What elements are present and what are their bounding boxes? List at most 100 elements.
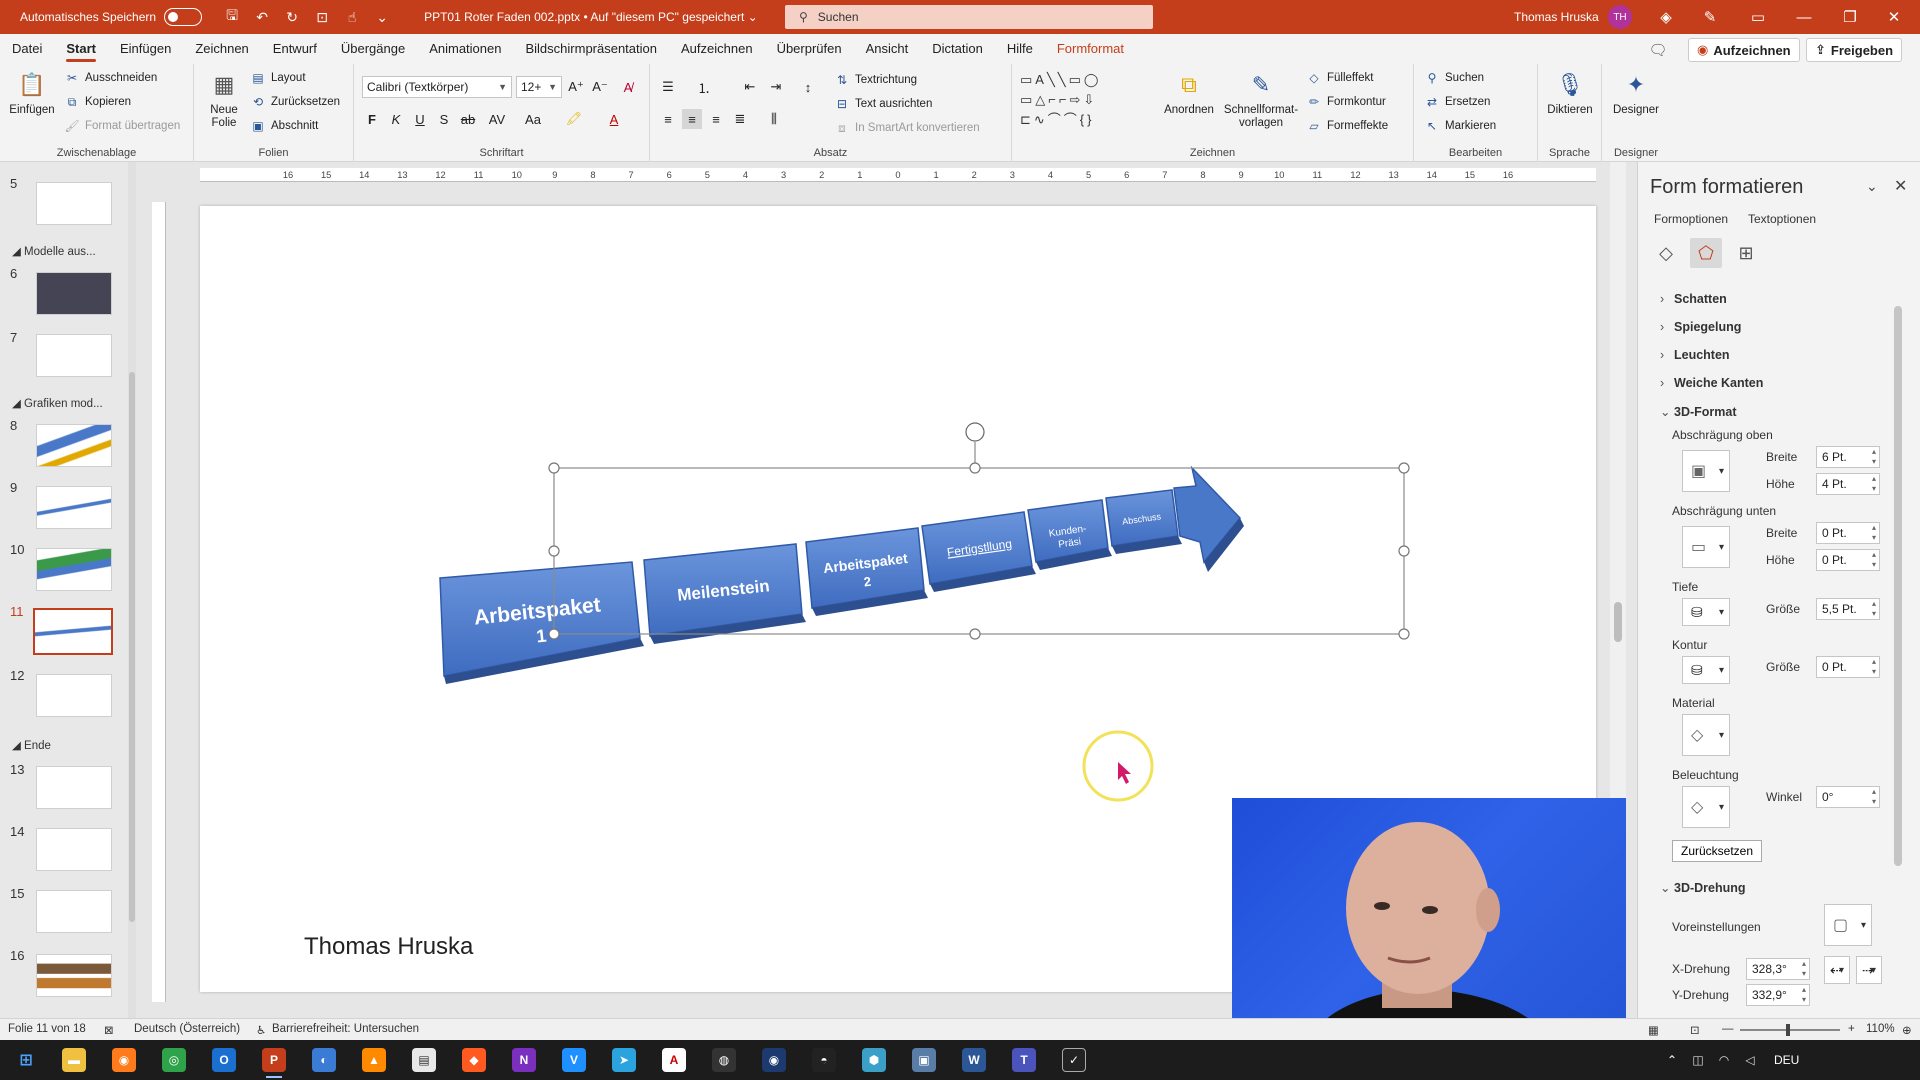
tray-network-icon[interactable]: ◫ (1686, 1048, 1710, 1072)
tab-dictation[interactable]: Dictation (920, 34, 995, 64)
outlook-icon[interactable]: O (212, 1048, 236, 1072)
scrollbar-thumb[interactable] (1614, 602, 1622, 642)
find-button[interactable]: ⚲ Suchen (1424, 70, 1484, 86)
undo-icon[interactable]: ↶ (250, 5, 274, 29)
text-direction-button[interactable]: ⇅ Textrichtung (834, 72, 917, 88)
onenote-icon[interactable]: N (512, 1048, 536, 1072)
app-icon[interactable]: ✓ (1062, 1048, 1086, 1072)
resize-handle-tr[interactable] (1398, 462, 1410, 474)
arrange-button[interactable]: ⧉ Anordnen (1162, 68, 1216, 117)
normal-view-icon[interactable]: ▦ (1648, 1023, 1659, 1037)
scrollbar-thumb[interactable] (129, 372, 135, 922)
vlc-icon[interactable]: ▲ (362, 1048, 386, 1072)
y-rotation-input[interactable]: 332,9° (1746, 984, 1810, 1006)
replace-button[interactable]: ⇄ Ersetzen (1424, 94, 1490, 110)
bullets-icon[interactable]: ☰ (658, 77, 678, 97)
autosave-control[interactable]: Automatisches Speichern (20, 8, 203, 26)
app-icon[interactable]: ◉ (762, 1048, 786, 1072)
resize-handle-br[interactable] (1398, 628, 1410, 640)
rotate-right-icon[interactable]: ⇢ (1856, 956, 1882, 984)
spellcheck-icon[interactable]: ⊠ (104, 1023, 114, 1037)
acrobat-icon[interactable]: A (662, 1048, 686, 1072)
resize-handle-tl[interactable] (548, 462, 560, 474)
tab-ansicht[interactable]: Ansicht (854, 34, 921, 64)
dictate-button[interactable]: 🎙 Diktieren (1544, 68, 1596, 117)
effects-button[interactable]: ▱ Formeffekte (1306, 118, 1388, 134)
grow-font-icon[interactable]: A⁺ (566, 77, 586, 97)
depth-size-input[interactable]: 5,5 Pt. (1816, 598, 1880, 620)
restore-icon[interactable]: ❐ (1836, 5, 1864, 29)
scrollbar-thumb[interactable] (1894, 306, 1902, 866)
zoom-level[interactable]: 110% (1866, 1023, 1895, 1035)
zoom-in-icon[interactable]: + (1848, 1023, 1855, 1035)
customize-toolbar-icon[interactable]: ⌄ (370, 5, 394, 29)
bevel-bottom-width-input[interactable]: 0 Pt. (1816, 522, 1880, 544)
tab-datei[interactable]: Datei (0, 34, 54, 64)
tab-animationen[interactable]: Animationen (417, 34, 513, 64)
slide-thumbnail-11[interactable] (33, 608, 113, 655)
columns-icon[interactable]: ⫼ (764, 109, 784, 129)
save-icon[interactable]: 🖫 (220, 5, 244, 29)
tray-language[interactable]: DEU (1774, 1053, 1799, 1067)
section-button[interactable]: ▣ Abschnitt (250, 118, 318, 134)
shape-gallery[interactable]: ▭A╲╲▭◯ ▭△⌐⌐⇨⇩ ⊏∿⌒⌒{} (1020, 70, 1156, 132)
powerpoint-icon[interactable]: P (262, 1048, 286, 1078)
select-button[interactable]: ↖ Markieren (1424, 118, 1496, 134)
notes-icon[interactable]: ▤ (412, 1048, 436, 1072)
fill-line-icon[interactable]: ◇ (1650, 238, 1682, 268)
bevel-bottom-preset[interactable]: ▭ (1682, 526, 1730, 568)
decrease-indent-icon[interactable]: ⇤ (740, 77, 760, 97)
accessibility-status[interactable]: Barrierefreiheit: Untersuchen (272, 1023, 419, 1035)
designer-button[interactable]: ✦ Designer (1608, 68, 1664, 117)
tab-ueberpruefen[interactable]: Überprüfen (765, 34, 854, 64)
section-reflection[interactable]: › Spiegelung (1660, 320, 1741, 334)
touch-mode-icon[interactable]: ☝ (340, 5, 364, 29)
section-header[interactable]: ◢ Modelle aus... (12, 244, 96, 258)
slide-thumbnail-6[interactable] (36, 272, 112, 315)
chrome-icon[interactable]: ◎ (162, 1048, 186, 1072)
tab-text-options[interactable]: Textoptionen (1748, 212, 1816, 226)
slide-thumbnail-9[interactable] (36, 486, 112, 529)
file-explorer-icon[interactable]: ▬ (62, 1048, 86, 1072)
font-size-select[interactable]: 12+ ▼ (516, 76, 562, 98)
paste-button[interactable]: 📋 Einfügen (6, 68, 58, 117)
rotate-left-icon[interactable]: ⇠ (1824, 956, 1850, 984)
bevel-top-preset[interactable]: ▣ (1682, 450, 1730, 492)
obs-icon[interactable]: ◍ (712, 1048, 736, 1072)
tab-bildschirmpraesentation[interactable]: Bildschirmpräsentation (513, 34, 669, 64)
app-icon[interactable]: ◆ (462, 1048, 486, 1072)
tab-zeichnen[interactable]: Zeichnen (183, 34, 260, 64)
size-properties-icon[interactable]: ⊞ (1730, 238, 1762, 268)
reset-3d-button[interactable]: Zurücksetzen (1672, 840, 1763, 862)
shrink-font-icon[interactable]: A⁻ (590, 77, 610, 97)
bold-button[interactable]: F (362, 109, 382, 129)
slide-thumbnail-13[interactable] (36, 766, 112, 809)
zoom-slider-thumb[interactable] (1786, 1024, 1790, 1036)
slide-thumbnail-5[interactable] (36, 182, 112, 225)
windows-start-icon[interactable]: ⊞ (14, 1048, 38, 1072)
pane-options-chevron-icon[interactable]: ⌄ (1866, 178, 1878, 195)
tab-einfuegen[interactable]: Einfügen (108, 34, 183, 64)
resize-handle-tm[interactable] (969, 462, 981, 474)
tab-formformat[interactable]: Formformat (1045, 34, 1136, 64)
tray-chevron-icon[interactable]: ⌃ (1660, 1048, 1684, 1072)
arrow-head[interactable] (1173, 465, 1242, 564)
close-pane-icon[interactable]: ✕ (1894, 176, 1907, 196)
zoom-slider[interactable] (1740, 1024, 1840, 1036)
section-header[interactable]: ◢ Grafiken mod... (12, 396, 103, 410)
justify-icon[interactable]: ≣ (730, 109, 750, 129)
pen-icon[interactable]: ✎ (1696, 5, 1724, 29)
align-left-icon[interactable]: ≡ (658, 109, 678, 129)
font-name-select[interactable]: Calibri (Textkörper) ▼ (362, 76, 512, 98)
underline-button[interactable]: U (410, 109, 430, 129)
language-status[interactable]: Deutsch (Österreich) (134, 1023, 240, 1035)
section-glow[interactable]: › Leuchten (1660, 348, 1730, 362)
fill-button[interactable]: ◇ Fülleffekt (1306, 70, 1373, 86)
diamond-icon[interactable]: ◈ (1652, 5, 1680, 29)
tab-uebergaenge[interactable]: Übergänge (329, 34, 417, 64)
section-soft-edges[interactable]: › Weiche Kanten (1660, 376, 1763, 390)
word-icon[interactable]: W (962, 1048, 986, 1072)
presentation-icon[interactable]: ⊡ (310, 5, 334, 29)
app-icon[interactable]: ▣ (912, 1048, 936, 1072)
tab-entwurf[interactable]: Entwurf (261, 34, 329, 64)
